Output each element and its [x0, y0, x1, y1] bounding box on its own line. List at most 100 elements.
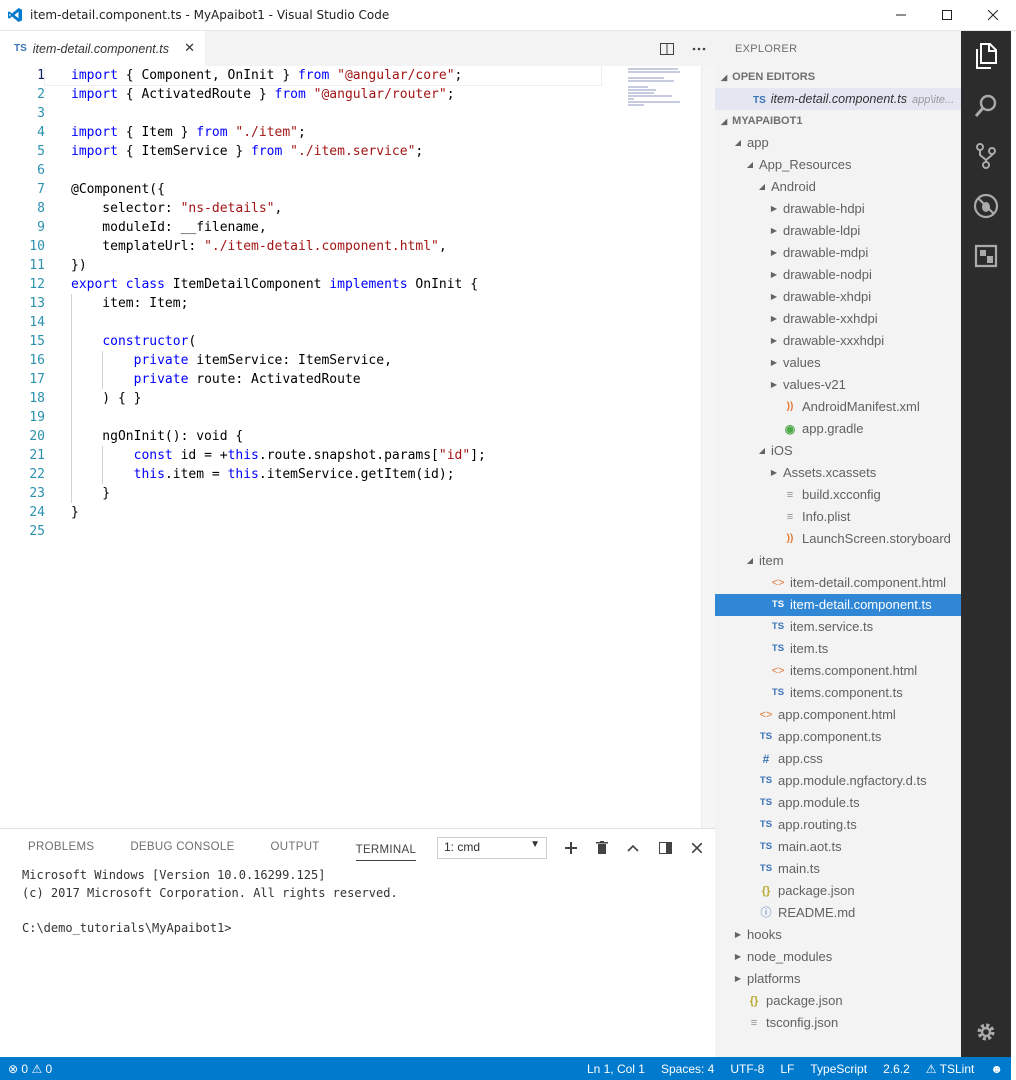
feedback-smiley-icon[interactable]: ☻ [982, 1062, 1011, 1076]
line-source[interactable]: selector: "ns-details", [45, 199, 282, 218]
line-source[interactable]: templateUrl: "./item-detail.component.ht… [45, 237, 446, 256]
line-source[interactable]: } [45, 503, 79, 522]
line-source[interactable]: this.item = this.itemService.getItem(id)… [45, 465, 455, 484]
terminal-output[interactable]: Microsoft Windows [Version 10.0.16299.12… [22, 867, 398, 937]
code-line[interactable]: 25 [0, 522, 625, 541]
tree-folder-item[interactable]: ▶ node_modules [715, 946, 961, 968]
toggle-panel-position-icon[interactable] [654, 837, 676, 859]
trash-icon[interactable] [591, 837, 613, 859]
line-source[interactable]: export class ItemDetailComponent impleme… [45, 275, 478, 294]
terminal-select[interactable]: 1: cmd ▼ [437, 837, 547, 859]
line-source[interactable]: @Component({ [45, 180, 165, 199]
tree-file-item[interactable]: )) AndroidManifest.xml [715, 396, 961, 418]
code-line[interactable]: 14 [0, 313, 625, 332]
tree-file-item[interactable]: # app.css [715, 748, 961, 770]
code-line[interactable]: 18 ) { } [0, 389, 625, 408]
code-line[interactable]: 13 item: Item; [0, 294, 625, 313]
tree-file-item[interactable]: <> item-detail.component.html [715, 572, 961, 594]
panel-tab-output[interactable]: OUTPUT [271, 829, 320, 865]
line-source[interactable]: item: Item; [45, 294, 188, 313]
close-panel-icon[interactable] [686, 837, 708, 859]
line-source[interactable]: private itemService: ItemService, [45, 351, 392, 370]
code-line[interactable]: 11}) [0, 256, 625, 275]
line-source[interactable]: constructor( [45, 332, 196, 351]
tree-file-item[interactable]: TS item-detail.component.ts [715, 594, 961, 616]
line-source[interactable]: import { ActivatedRoute } from "@angular… [45, 85, 455, 104]
line-source[interactable]: ) { } [45, 389, 141, 408]
code-line[interactable]: 3 [0, 104, 625, 123]
source-control-icon[interactable] [961, 131, 1011, 181]
tree-file-item[interactable]: ≡ build.xcconfig [715, 484, 961, 506]
tree-folder-item[interactable]: ▶ drawable-nodpi [715, 264, 961, 286]
line-source[interactable] [45, 408, 79, 427]
code-line[interactable]: 12 export class ItemDetailComponent imple… [0, 275, 625, 294]
tree-folder-item[interactable]: ▶ platforms [715, 968, 961, 990]
tree-folder-item[interactable]: ▶ drawable-mdpi [715, 242, 961, 264]
extensions-icon[interactable] [961, 231, 1011, 281]
open-editors-header[interactable]: ◢ OPEN EDITORS [715, 66, 961, 88]
debug-icon[interactable] [961, 181, 1011, 231]
tree-file-item[interactable]: ⓘ README.md [715, 902, 961, 924]
code-line[interactable]: 21 const id = +this.route.snapshot.param… [0, 446, 625, 465]
tree-folder-item[interactable]: ◢ App_Resources [715, 154, 961, 176]
more-actions-icon[interactable] [683, 31, 715, 66]
eol-setting[interactable]: LF [772, 1062, 802, 1076]
line-source[interactable] [45, 313, 79, 332]
project-header[interactable]: ◢ MYAPAIBOT1 [715, 110, 961, 132]
panel-tab-debug-console[interactable]: DEBUG CONSOLE [130, 829, 234, 865]
tree-file-item[interactable]: TS app.module.ngfactory.d.ts [715, 770, 961, 792]
panel-tab-terminal[interactable]: TERMINAL [355, 833, 417, 861]
tree-folder-item[interactable]: ▶ values-v21 [715, 374, 961, 396]
minimap[interactable] [628, 68, 688, 118]
tree-file-item[interactable]: )) LaunchScreen.storyboard [715, 528, 961, 550]
line-source[interactable]: import { Component, OnInit } from "@angu… [44, 66, 602, 86]
code-line[interactable]: 1 import { Component, OnInit } from "@ang… [0, 66, 625, 86]
code-editor[interactable]: 1 import { Component, OnInit } from "@ang… [0, 66, 715, 828]
tree-file-item[interactable]: {} package.json [715, 990, 961, 1012]
settings-gear-icon[interactable] [961, 1007, 1011, 1057]
line-source[interactable] [45, 161, 79, 180]
tree-file-item[interactable]: ◉ app.gradle [715, 418, 961, 440]
line-source[interactable]: } [45, 484, 110, 503]
tree-folder-item[interactable]: ▶ drawable-xxhdpi [715, 308, 961, 330]
line-source[interactable] [45, 522, 79, 541]
code-line[interactable]: 19 [0, 408, 625, 427]
code-line[interactable]: 8 selector: "ns-details", [0, 199, 625, 218]
tree-folder-item[interactable]: ▶ values [715, 352, 961, 374]
language-mode[interactable]: TypeScript [802, 1062, 875, 1076]
line-source[interactable]: }) [45, 256, 87, 275]
tree-file-item[interactable]: TS item.service.ts [715, 616, 961, 638]
tslint-status[interactable]: ⚠ TSLint [918, 1062, 983, 1076]
line-source[interactable]: private route: ActivatedRoute [45, 370, 361, 389]
tree-folder-item[interactable]: ◢ iOS [715, 440, 961, 462]
tree-file-item[interactable]: ≡ Info.plist [715, 506, 961, 528]
code-line[interactable]: 20 ngOnInit(): void { [0, 427, 625, 446]
code-line[interactable]: 16 private itemService: ItemService, [0, 351, 625, 370]
code-line[interactable]: 9 moduleId: __filename, [0, 218, 625, 237]
panel-tab-problems[interactable]: PROBLEMS [28, 829, 94, 865]
line-source[interactable]: import { Item } from "./item"; [45, 123, 306, 142]
tree-folder-item[interactable]: ▶ hooks [715, 924, 961, 946]
indentation-setting[interactable]: Spaces: 4 [653, 1062, 722, 1076]
tree-file-item[interactable]: TS app.component.ts [715, 726, 961, 748]
line-source[interactable]: const id = +this.route.snapshot.params["… [45, 446, 486, 465]
line-source[interactable]: ngOnInit(): void { [45, 427, 243, 446]
tree-file-item[interactable]: <> items.component.html [715, 660, 961, 682]
line-source[interactable]: import { ItemService } from "./item.serv… [45, 142, 423, 161]
minimize-button[interactable] [878, 0, 924, 31]
tab-item-detail-component-ts[interactable]: TS item-detail.component.ts ✕ [0, 31, 205, 66]
explorer-files-icon[interactable] [961, 31, 1011, 81]
tree-folder-item[interactable]: ▶ drawable-xxxhdpi [715, 330, 961, 352]
tree-file-item[interactable]: TS item.ts [715, 638, 961, 660]
maximize-button[interactable] [924, 0, 970, 31]
close-window-button[interactable] [970, 0, 1016, 31]
line-source[interactable] [45, 104, 79, 123]
code-line[interactable]: 10 templateUrl: "./item-detail.component… [0, 237, 625, 256]
code-line[interactable]: 6 [0, 161, 625, 180]
tree-folder-item[interactable]: ◢ app [715, 132, 961, 154]
cursor-position[interactable]: Ln 1, Col 1 [579, 1062, 653, 1076]
code-line[interactable]: 4 import { Item } from "./item"; [0, 123, 625, 142]
code-line[interactable]: 24} [0, 503, 625, 522]
code-line[interactable]: 7 @Component({ [0, 180, 625, 199]
code-line[interactable]: 17 private route: ActivatedRoute [0, 370, 625, 389]
